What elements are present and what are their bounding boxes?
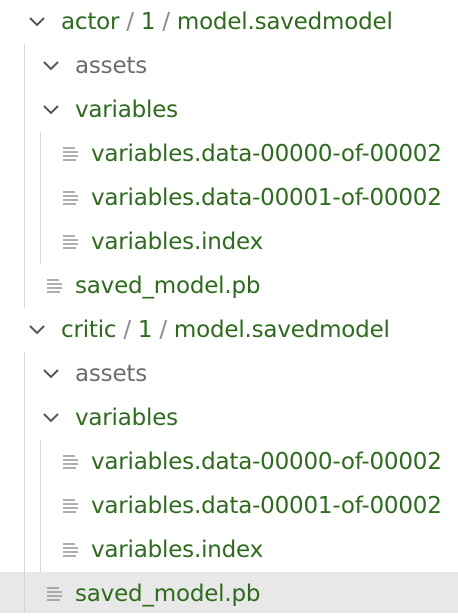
- file-label: variables.data-00001-of-00002: [91, 493, 442, 519]
- file-lines-icon: [63, 147, 78, 161]
- indent-guide: [24, 88, 25, 132]
- indent-guide: [24, 220, 25, 264]
- folder-path-label: actor/1/model.savedmodel: [61, 0, 393, 44]
- file-row[interactable]: variables.data-00001-of-00002: [0, 484, 458, 528]
- file-row[interactable]: variables.data-00000-of-00002: [0, 132, 458, 176]
- folder-row-assets[interactable]: assets: [0, 44, 458, 88]
- file-lines-icon: [63, 455, 78, 469]
- indent-guide: [24, 572, 25, 613]
- path-segment[interactable]: 1: [138, 317, 153, 343]
- file-label: variables.data-00001-of-00002: [91, 185, 442, 211]
- indent-guide: [24, 352, 25, 396]
- indent-guide: [40, 176, 41, 220]
- folder-label: variables: [75, 405, 178, 431]
- file-row[interactable]: variables.data-00001-of-00002: [0, 176, 458, 220]
- folder-label: assets: [75, 53, 148, 79]
- path-segment[interactable]: critic: [61, 317, 117, 343]
- path-separator: /: [126, 9, 134, 35]
- chevron-down-icon[interactable]: [40, 99, 62, 121]
- indent-guide: [40, 440, 41, 484]
- indent-guide: [24, 176, 25, 220]
- file-row[interactable]: variables.index: [0, 220, 458, 264]
- file-lines-icon: [63, 235, 78, 249]
- chevron-down-icon[interactable]: [40, 55, 62, 77]
- path-separator: /: [162, 9, 170, 35]
- folder-row-assets[interactable]: assets: [0, 352, 458, 396]
- indent-guide: [24, 264, 25, 308]
- folder-row-variables[interactable]: variables: [0, 396, 458, 440]
- folder-row-actor[interactable]: actor/1/model.savedmodel: [0, 0, 458, 44]
- chevron-down-icon[interactable]: [26, 11, 48, 33]
- file-row[interactable]: variables.data-00000-of-00002: [0, 440, 458, 484]
- file-lines-icon: [63, 499, 78, 513]
- folder-row-variables[interactable]: variables: [0, 88, 458, 132]
- folder-label: assets: [75, 361, 148, 387]
- folder-row-critic[interactable]: critic/1/model.savedmodel: [0, 308, 458, 352]
- chevron-down-icon[interactable]: [26, 319, 48, 341]
- file-row-saved-model[interactable]: saved_model.pb: [0, 572, 458, 613]
- file-lines-icon: [63, 543, 78, 557]
- file-explorer-tree: actor/1/model.savedmodel assets variable…: [0, 0, 458, 613]
- file-lines-icon: [47, 587, 62, 601]
- indent-guide: [40, 484, 41, 528]
- indent-guide: [40, 132, 41, 176]
- indent-guide: [24, 484, 25, 528]
- file-label: variables.index: [91, 537, 264, 563]
- file-row-saved-model[interactable]: saved_model.pb: [0, 264, 458, 308]
- path-segment[interactable]: actor: [61, 9, 119, 35]
- file-label: saved_model.pb: [75, 581, 261, 607]
- indent-guide: [24, 44, 25, 88]
- indent-guide: [24, 528, 25, 572]
- file-label: variables.data-00000-of-00002: [91, 449, 442, 475]
- file-lines-icon: [47, 279, 62, 293]
- file-label: saved_model.pb: [75, 273, 261, 299]
- chevron-down-icon[interactable]: [40, 363, 62, 385]
- indent-guide: [24, 396, 25, 440]
- folder-label: variables: [75, 97, 178, 123]
- file-label: variables.data-00000-of-00002: [91, 141, 442, 167]
- chevron-down-icon[interactable]: [40, 407, 62, 429]
- path-separator: /: [159, 317, 167, 343]
- file-label: variables.index: [91, 229, 264, 255]
- indent-guide: [40, 528, 41, 572]
- path-segment[interactable]: model.savedmodel: [174, 317, 390, 343]
- path-separator: /: [123, 317, 131, 343]
- file-row[interactable]: variables.index: [0, 528, 458, 572]
- path-segment[interactable]: model.savedmodel: [177, 9, 393, 35]
- indent-guide: [24, 440, 25, 484]
- indent-guide: [24, 132, 25, 176]
- file-lines-icon: [63, 191, 78, 205]
- folder-path-label: critic/1/model.savedmodel: [61, 308, 390, 352]
- path-segment[interactable]: 1: [141, 9, 156, 35]
- indent-guide: [40, 220, 41, 264]
